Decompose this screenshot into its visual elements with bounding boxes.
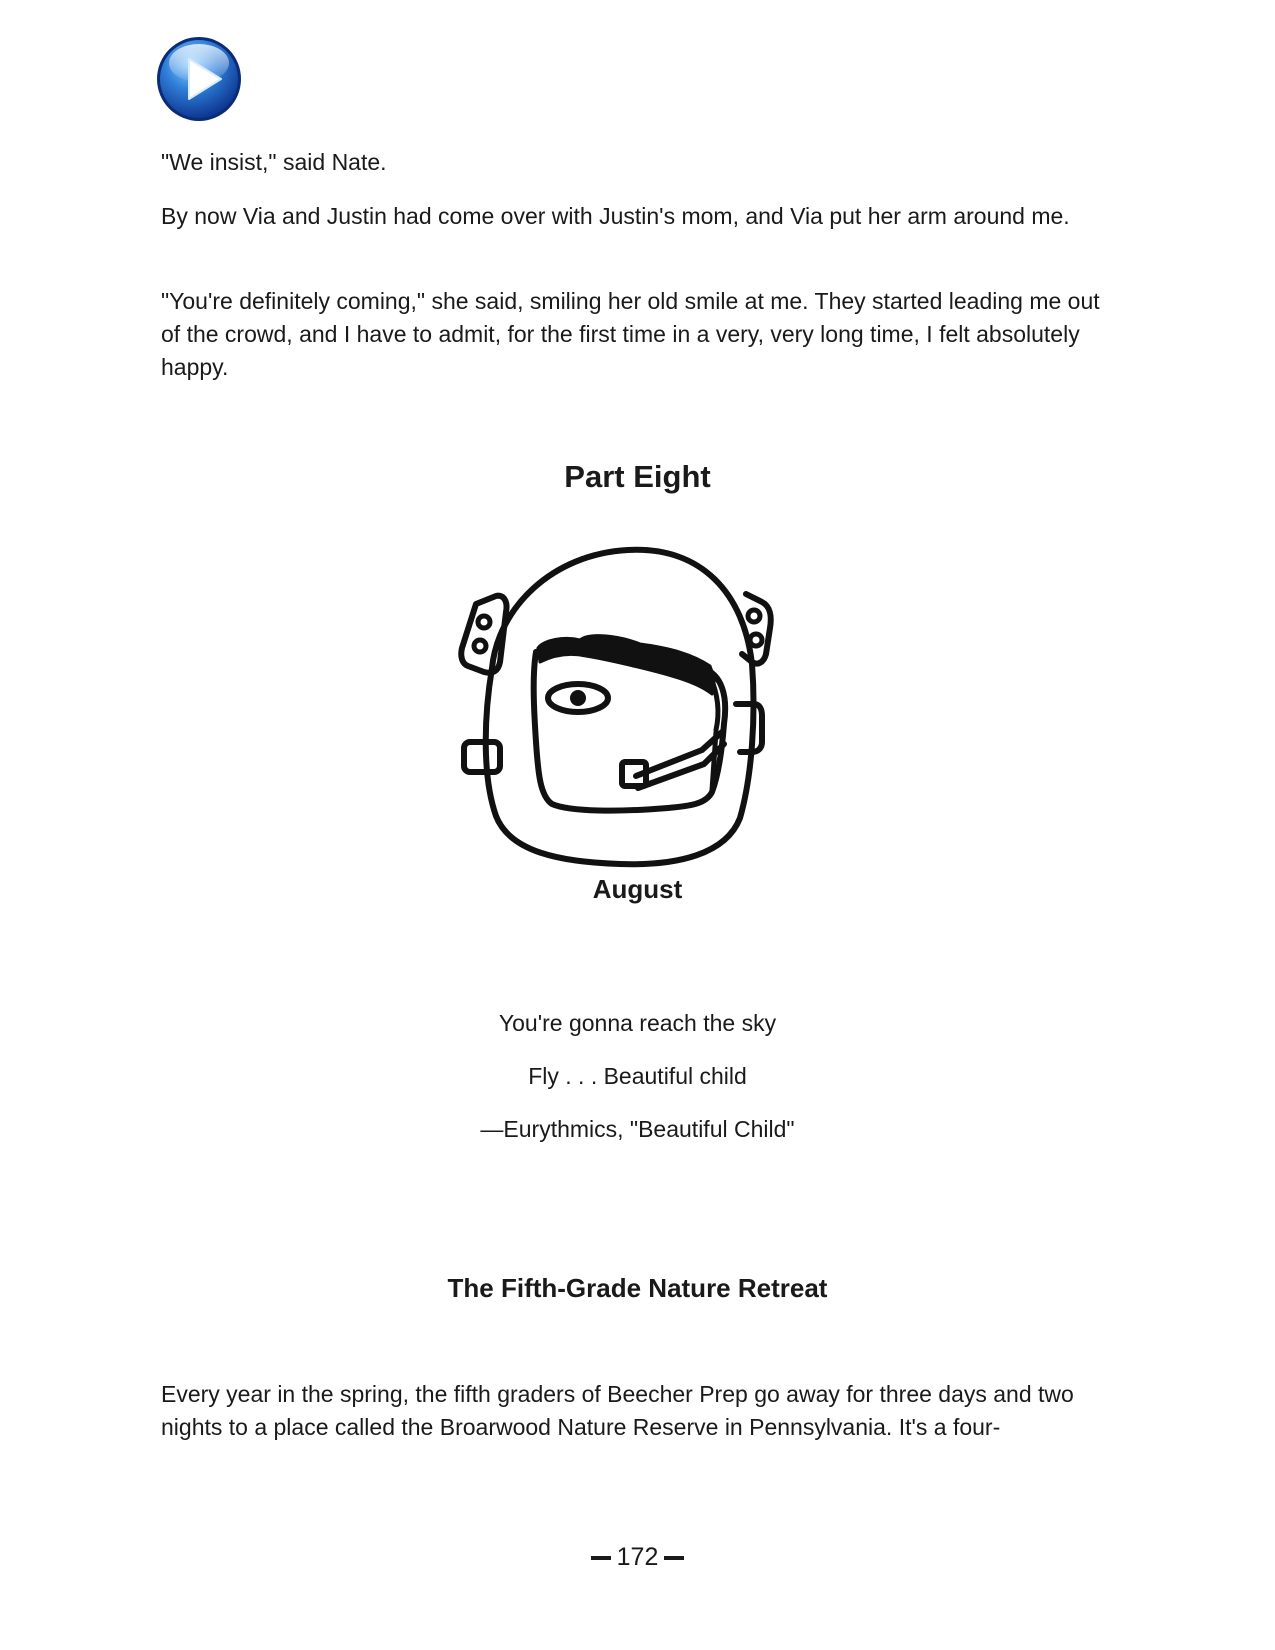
epigraph-line-1: You're gonna reach the sky — [498, 1010, 777, 1036]
page-number-left-dash — [590, 1556, 611, 1561]
paragraph-definitely-coming: "You're definitely coming," she said, sm… — [161, 288, 1100, 380]
page-number-value: 172 — [616, 1543, 659, 1571]
epigraph-attribution: —Eurythmics, "Beautiful Child" — [480, 1116, 795, 1142]
paragraph-via-arm: By now Via and Justin had come over with… — [161, 203, 1070, 229]
part-heading: Part Eight — [564, 459, 711, 494]
paragraph-every-year: Every year in the spring, the fifth grad… — [161, 1381, 1074, 1440]
epigraph-line-2: Fly . . . Beautiful child — [528, 1063, 747, 1089]
page-number-right-dash — [664, 1556, 685, 1561]
play-button[interactable] — [155, 35, 243, 123]
astronaut-helmet-illustration — [458, 546, 774, 868]
chapter-heading: The Fifth-Grade Nature Retreat — [447, 1273, 828, 1303]
page-number: 172 — [0, 1540, 1275, 1574]
narrator-heading: August — [592, 874, 683, 904]
paragraph-we-insist: "We insist," said Nate. — [161, 149, 387, 175]
